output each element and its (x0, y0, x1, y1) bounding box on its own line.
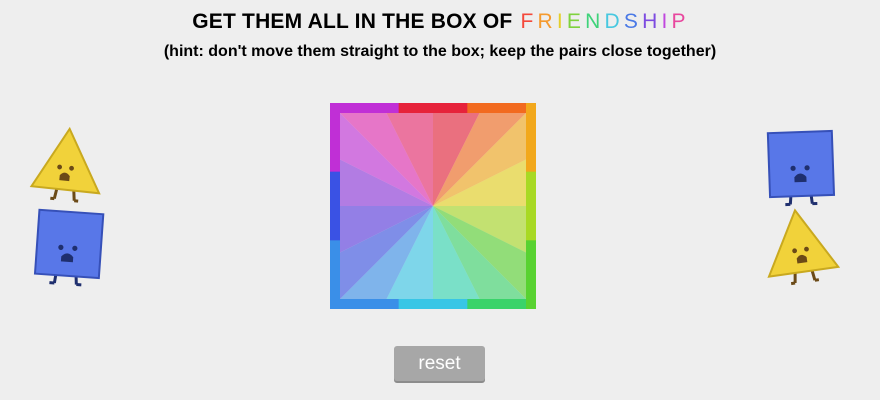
page-title: GET THEM ALL IN THE BOX OF FRIENDSHIP (0, 10, 880, 34)
friendship-letter: S (623, 10, 639, 33)
friendship-letter: I (556, 10, 563, 33)
square-creature-right[interactable] (764, 128, 840, 208)
triangle-creature-left-icon (29, 126, 101, 203)
friendship-letter: P (671, 10, 686, 33)
box-frame-segment (330, 103, 400, 113)
box-frame-segment (398, 103, 468, 113)
friendship-box (330, 103, 536, 309)
square-creature-left[interactable] (32, 208, 108, 288)
friendship-letter: N (585, 10, 601, 33)
triangle-creature-right-icon (767, 208, 841, 286)
box-frame-segment (398, 299, 468, 309)
title-prefix: GET THEM ALL IN THE BOX OF (192, 10, 519, 33)
box-frame-segment (467, 103, 536, 113)
friendship-letter: I (661, 10, 668, 33)
triangle-creature-left[interactable] (29, 126, 106, 203)
friendship-letter: H (642, 10, 658, 33)
friendship-letter: D (604, 10, 620, 33)
game-stage: GET THEM ALL IN THE BOX OF FRIENDSHIP (h… (0, 0, 880, 400)
friendship-letter: R (537, 10, 553, 33)
box-frame-segment (467, 299, 536, 309)
reset-button[interactable]: reset (394, 346, 485, 381)
box-frame-segment (526, 240, 536, 309)
box-frame-segment (526, 103, 536, 173)
box-frame-segment (330, 299, 400, 309)
friendship-word: FRIENDSHIP (518, 10, 687, 33)
box-frame-segment (330, 171, 340, 241)
box-frame-segment (526, 171, 536, 241)
box-frame-segment (330, 240, 340, 309)
triangle-creature-right[interactable] (762, 206, 841, 286)
hint-text: (hint: don't move them straight to the b… (163, 43, 717, 60)
friendship-letter: F (520, 10, 534, 33)
box-frame-segment (330, 103, 340, 173)
square-creature-right-icon (766, 129, 836, 207)
friendship-letter: E (566, 10, 582, 33)
square-creature-left-icon (33, 208, 105, 287)
